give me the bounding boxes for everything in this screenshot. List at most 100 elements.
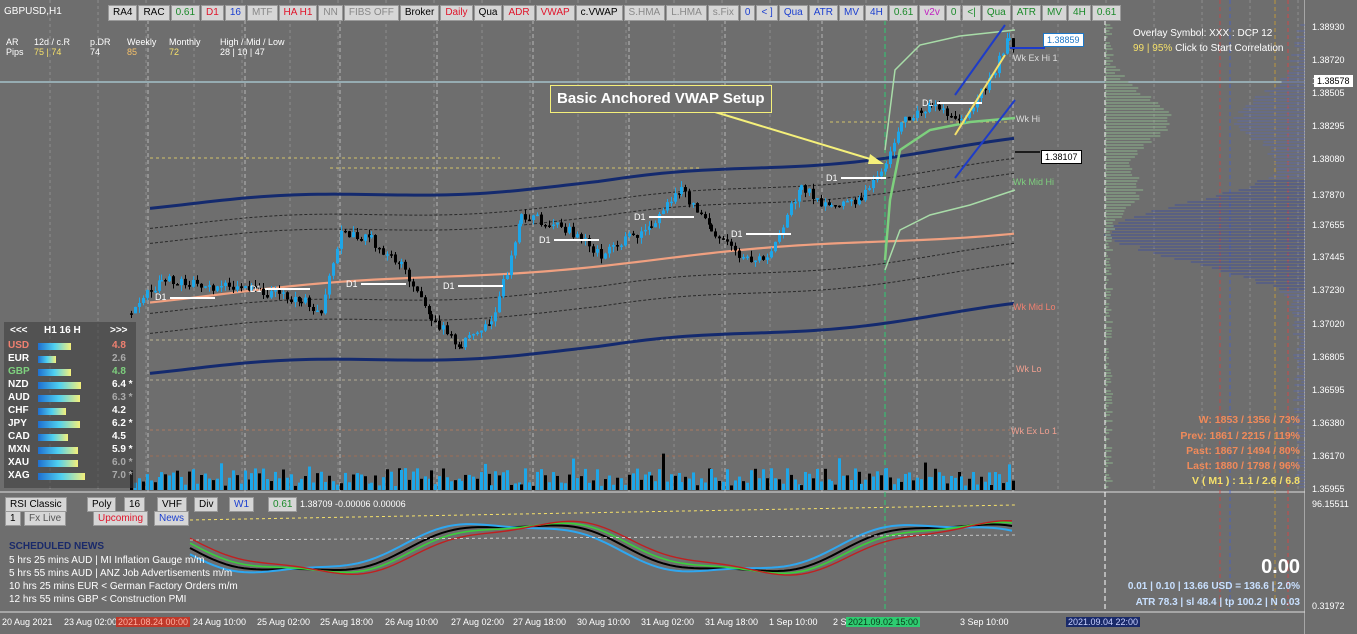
toolbar-button-22[interactable]: MV: [839, 5, 864, 21]
volume-bar: [600, 486, 603, 490]
candle-body: [592, 246, 595, 252]
weekly-level-tag: Wk Mid Lo: [1013, 302, 1056, 312]
strength-value: 6.4 *: [112, 379, 133, 390]
volume-bar: [254, 468, 257, 490]
candle-body: [220, 286, 223, 288]
weekly-level-tag: Wk Ex Lo 1: [1011, 426, 1057, 436]
toolbar-button-8[interactable]: FIBS OFF: [344, 5, 399, 21]
candle-body: [778, 234, 781, 241]
high-price-box: 1.38859: [1043, 33, 1084, 47]
rsi-button[interactable]: RSI Classic: [5, 497, 67, 512]
toolbar-button-15[interactable]: S.HMA: [624, 5, 666, 21]
toolbar-button-14[interactable]: c.VWAP: [576, 5, 623, 21]
rsi-button[interactable]: 0.61: [268, 497, 297, 512]
candle-body: [270, 291, 273, 297]
volume-bar: [889, 477, 892, 490]
time-axis-label: 1 Sep 10:00: [769, 617, 818, 627]
toolbar-button-27[interactable]: <|: [962, 5, 980, 21]
stat-header-12d: 12d / c.R: [34, 37, 70, 47]
time-axis-label: 27 Aug 18:00: [513, 617, 566, 627]
toolbar-button-1[interactable]: RAC: [138, 5, 169, 21]
volume-bar: [842, 476, 845, 490]
volume-bar: [274, 472, 277, 490]
volume-bar: [250, 473, 253, 490]
volume-bar: [876, 471, 879, 490]
volume-bar: [834, 485, 837, 490]
rsi-button[interactable]: Poly: [87, 497, 116, 512]
strength-next-button[interactable]: >>>: [110, 325, 128, 336]
volume-bar: [320, 472, 323, 490]
toolbar-button-25[interactable]: v2v: [919, 5, 945, 21]
price-axis-label: 1.36380: [1312, 418, 1345, 428]
toolbar-button-16[interactable]: L.HMA: [666, 5, 707, 21]
toolbar-button-12[interactable]: ADR: [503, 5, 534, 21]
toolbar-button-21[interactable]: ATR: [809, 5, 838, 21]
candle-body: [904, 117, 907, 122]
candle-body: [382, 248, 385, 255]
volume-bar: [394, 486, 397, 490]
volume-bar: [454, 480, 457, 490]
stat-monthly-value: 72: [169, 47, 179, 57]
toolbar-button-23[interactable]: 4H: [865, 5, 888, 21]
toolbar-button-29[interactable]: ATR: [1012, 5, 1041, 21]
strength-row: CAD 4.5: [8, 431, 136, 444]
toolbar-button-2[interactable]: 0.61: [171, 5, 200, 21]
strength-value: 7.0 *: [112, 470, 133, 481]
candle-body: [824, 202, 827, 206]
candle-body: [308, 298, 311, 307]
news-tab[interactable]: Fx Live: [24, 511, 66, 526]
news-tab[interactable]: News: [154, 511, 189, 526]
stat-header-monthly: Monthly: [169, 37, 201, 47]
candle-body: [662, 210, 665, 214]
volume-bar: [704, 482, 707, 490]
news-tab[interactable]: 1: [5, 511, 21, 526]
volume-bar: [494, 471, 497, 490]
toolbar-button-10[interactable]: Daily: [440, 5, 472, 21]
toolbar-button-6[interactable]: HA H1: [279, 5, 318, 21]
volume-bar: [224, 486, 227, 490]
volume-bar: [412, 472, 415, 490]
toolbar-button-9[interactable]: Broker: [400, 5, 439, 21]
rsi-button[interactable]: 16: [124, 497, 145, 512]
volume-bar: [502, 472, 505, 490]
correlation-link[interactable]: 99 | 95% Click to Start Correlation: [1133, 43, 1283, 54]
candle-body: [134, 307, 137, 313]
candle-body: [480, 331, 483, 333]
toolbar-button-11[interactable]: Qua: [474, 5, 503, 21]
strength-row: XAG 7.0 *: [8, 470, 136, 483]
toolbar-button-31[interactable]: 4H: [1068, 5, 1091, 21]
toolbar-button-28[interactable]: Qua: [982, 5, 1011, 21]
candle-body: [762, 256, 765, 260]
toolbar-button-32[interactable]: 0.61: [1092, 5, 1121, 21]
toolbar-button-4[interactable]: 16: [225, 5, 246, 21]
toolbar-button-7[interactable]: NN: [318, 5, 342, 21]
toolbar-button-19[interactable]: < ]: [756, 5, 777, 21]
toolbar-button-26[interactable]: 0: [946, 5, 962, 21]
price-axis-label: 1.37870: [1312, 190, 1345, 200]
toolbar-button-30[interactable]: MV: [1042, 5, 1067, 21]
toolbar-button-0[interactable]: RA4: [108, 5, 137, 21]
callout-arrow: [715, 112, 880, 162]
toolbar-button-5[interactable]: MTF: [247, 5, 278, 21]
toolbar-button-13[interactable]: VWAP: [536, 5, 575, 21]
toolbar-button-3[interactable]: D1: [201, 5, 224, 21]
candle-body: [498, 296, 501, 312]
toolbar-button-20[interactable]: Qua: [779, 5, 808, 21]
rsi-button[interactable]: Div: [194, 497, 218, 512]
strength-prev-button[interactable]: <<<: [10, 325, 28, 336]
candle-body: [150, 290, 153, 292]
volume-bar: [316, 473, 319, 490]
candle-body: [352, 232, 355, 237]
volume-bar: [420, 479, 423, 490]
news-tab[interactable]: Upcoming: [93, 511, 148, 526]
toolbar-button-17[interactable]: s.Fix: [708, 5, 739, 21]
volume-bar: [176, 471, 179, 490]
candle-body: [172, 276, 175, 284]
currency-code: XAU: [8, 457, 29, 468]
volume-bar: [754, 469, 757, 490]
toolbar-button-24[interactable]: 0.61: [889, 5, 918, 21]
rsi-button[interactable]: W1: [229, 497, 254, 512]
candle-body: [920, 111, 923, 113]
toolbar-button-18[interactable]: 0: [740, 5, 756, 21]
rsi-button[interactable]: VHF: [157, 497, 187, 512]
